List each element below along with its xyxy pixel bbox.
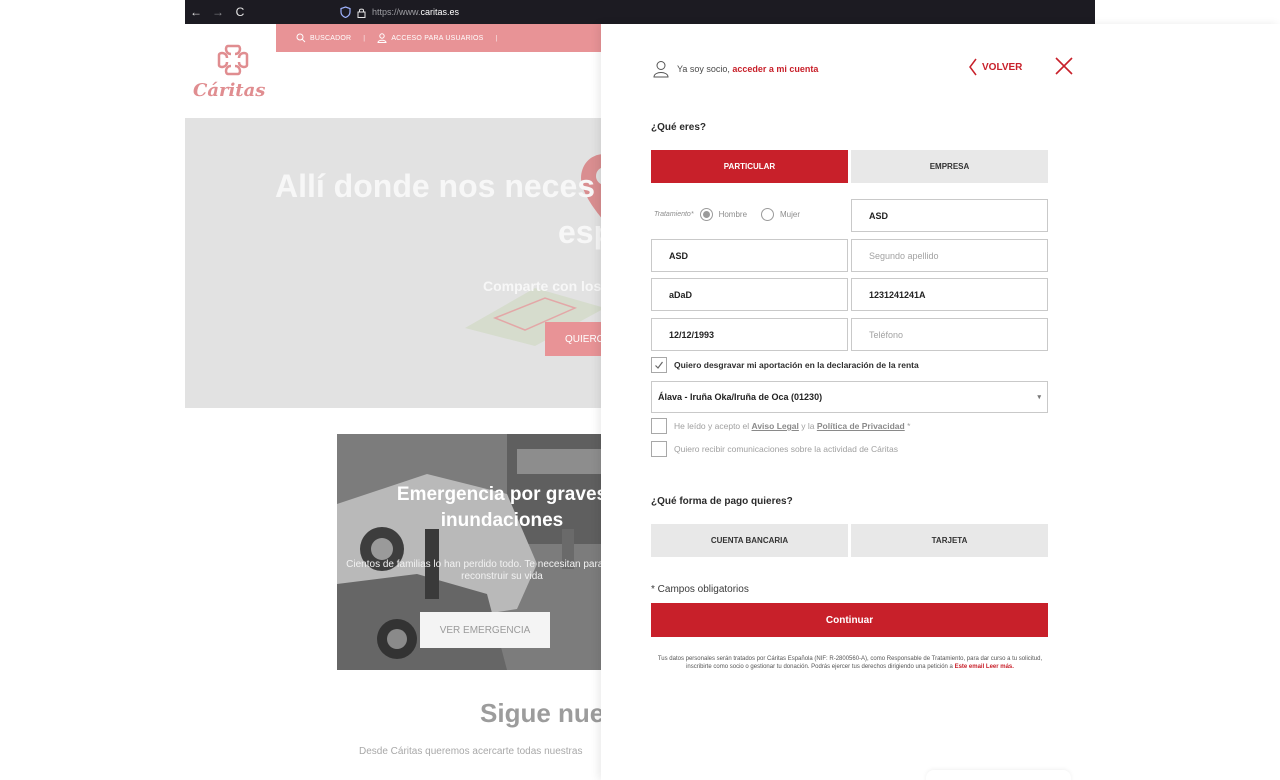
communications-row: Quiero recibir comunicaciones sobre la a…	[651, 441, 898, 457]
radio-mujer[interactable]	[761, 208, 775, 221]
view-emergency-button[interactable]: VER EMERGENCIA	[420, 612, 550, 648]
email-field[interactable]: aDaD	[651, 278, 848, 311]
communications-label: Quiero recibir comunicaciones sobre la a…	[674, 444, 898, 454]
emergency-card: Emergencia por graves inundaciones Cient…	[337, 434, 617, 670]
first-surname-field[interactable]: ASD	[651, 239, 848, 272]
radio-hombre[interactable]	[699, 208, 713, 221]
legal-accept-text-mid: y la	[798, 421, 817, 431]
user-access-link[interactable]: ACCESO PARA USUARIOS	[377, 33, 483, 43]
checkmark-icon	[655, 361, 663, 369]
legal-accept-row: He leído y acepto el Aviso Legal y la Po…	[651, 418, 910, 434]
back-button[interactable]: VOLVER	[968, 58, 1022, 76]
payment-heading: ¿Qué forma de pago quieres?	[651, 496, 793, 507]
user-icon	[377, 33, 387, 43]
tax-deduction-checkbox[interactable]	[651, 357, 667, 373]
floating-widget-edge	[926, 770, 1071, 780]
required-asterisk: *	[904, 421, 911, 431]
emergency-title: Emergencia por graves inundaciones	[396, 484, 608, 531]
type-particular-button[interactable]: PARTICULAR	[651, 150, 848, 183]
utility-bar: BUSCADOR | ACCESO PARA USUARIOS |	[276, 24, 606, 52]
privacy-policy-link[interactable]: Política de Privacidad	[817, 421, 905, 431]
caritas-cross-icon	[217, 44, 249, 76]
continue-button[interactable]: Continuar	[651, 603, 1048, 637]
close-icon[interactable]	[1053, 55, 1075, 77]
legal-accept-text: He leído y acepto el	[674, 421, 752, 431]
tax-deduction-row: Quiero desgravar mi aportación en la dec…	[651, 357, 919, 373]
hero-subtitle: Comparte con los	[483, 278, 602, 294]
reload-icon[interactable]: C	[229, 5, 251, 19]
legal-accept-checkbox[interactable]	[651, 418, 667, 434]
read-more-link[interactable]: Leer más.	[984, 664, 1014, 670]
follow-title: Sigue nue	[480, 698, 605, 728]
pay-card-button[interactable]: TARJETA	[851, 524, 1048, 557]
logo-text: Cáritas	[193, 80, 266, 101]
communications-checkbox[interactable]	[651, 441, 667, 457]
user-icon	[653, 61, 669, 78]
address-bar[interactable]: https://www.caritas.es	[340, 0, 459, 24]
forward-arrow-icon[interactable]: →	[207, 5, 229, 19]
birthdate-field[interactable]: 12/12/1993	[651, 318, 848, 351]
donation-panel: Ya soy socio, acceder a mi cuenta VOLVER…	[601, 24, 1280, 780]
privacy-notice: Tus datos personales serán tratados por …	[649, 655, 1051, 671]
radio-hombre-label: Hombre	[718, 210, 748, 219]
back-arrow-icon[interactable]: ←	[185, 5, 207, 19]
shield-icon	[340, 6, 351, 18]
login-link[interactable]: acceder a mi cuenta	[732, 64, 818, 74]
province-select[interactable]: Álava - Iruña Oka/Iruña de Oca (01230) ▾	[651, 381, 1048, 413]
browser-toolbar: ← → C https://www.caritas.es	[185, 0, 1095, 24]
radio-mujer-label: Mujer	[780, 210, 801, 219]
nif-field[interactable]: 1231241241A	[851, 278, 1048, 311]
required-fields-note: * Campos obligatorios	[651, 584, 749, 595]
who-heading: ¿Qué eres?	[651, 122, 707, 133]
tratamiento-label: Tratamiento*	[654, 211, 694, 218]
province-select-value: Álava - Iruña Oka/Iruña de Oca (01230)	[658, 392, 823, 402]
search-link[interactable]: BUSCADOR	[296, 33, 351, 43]
emergency-text: Cientos de familias lo han perdido todo.…	[346, 559, 617, 582]
caritas-logo[interactable]: Cáritas	[193, 42, 273, 102]
type-empresa-button[interactable]: EMPRESA	[851, 150, 1048, 183]
phone-field[interactable]: Teléfono	[851, 318, 1048, 351]
follow-subtitle: Desde Cáritas queremos acercarte todas n…	[359, 746, 583, 757]
search-icon	[296, 33, 306, 43]
lock-icon	[357, 8, 366, 18]
divider: |	[495, 34, 498, 42]
chevron-down-icon: ▾	[1037, 394, 1041, 401]
aviso-legal-link[interactable]: Aviso Legal	[752, 421, 799, 431]
nombre-field[interactable]: ASD	[851, 199, 1048, 232]
member-text: Ya soy socio,	[677, 64, 733, 74]
url-text: https://www.caritas.es	[372, 7, 460, 17]
divider: |	[363, 34, 366, 42]
email-link[interactable]: Este email	[955, 664, 985, 670]
chevron-left-icon	[969, 58, 977, 76]
member-login-row: Ya soy socio, acceder a mi cuenta	[653, 60, 818, 78]
back-label: VOLVER	[982, 61, 1023, 73]
hero-title: Allí donde nos neces	[275, 168, 596, 204]
tratamiento-group: Tratamiento* Hombre Mujer	[654, 208, 800, 221]
pay-bank-button[interactable]: CUENTA BANCARIA	[651, 524, 848, 557]
tax-deduction-label: Quiero desgravar mi aportación en la dec…	[674, 360, 919, 370]
second-surname-field[interactable]: Segundo apellido	[851, 239, 1048, 272]
